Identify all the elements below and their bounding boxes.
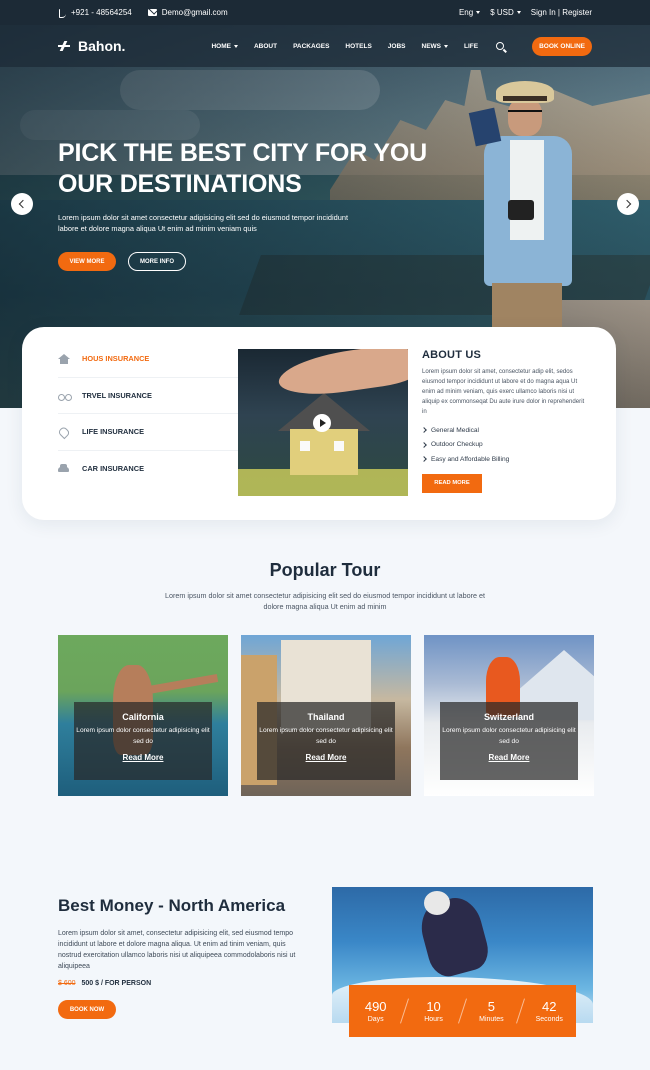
about-bullets: General Medical Outdoor Checkup Easy and…	[421, 423, 588, 467]
nav-about[interactable]: ABOUT	[246, 43, 285, 50]
about-text: Lorem ipsum dolor sit amet, consectetur …	[422, 368, 585, 415]
tour-read-more-link[interactable]: Read More	[489, 753, 530, 762]
top-bar: +921 - 48564254 Demo@gmail.com Eng $ USD…	[0, 0, 650, 25]
nav-hotels[interactable]: HOTELS	[337, 43, 379, 50]
tour-card-switzerland[interactable]: Switzerland Lorem ipsum dolor consectetu…	[424, 635, 594, 796]
tour-text: Lorem ipsum dolor consectetur adipisicin…	[442, 727, 576, 745]
tour-card-california[interactable]: California Lorem ipsum dolor consectetur…	[58, 635, 228, 796]
language-select[interactable]: Eng	[459, 8, 481, 17]
tour-card-thailand[interactable]: Thailand Lorem ipsum dolor consectetur a…	[241, 635, 411, 796]
about-title: ABOUT US	[422, 349, 482, 361]
popular-tour-title: Popular Tour	[269, 560, 381, 580]
tour-read-more-link[interactable]: Read More	[123, 753, 164, 762]
phone-contact[interactable]: +921 - 48564254	[58, 8, 132, 18]
countdown-seconds: 42 Seconds	[535, 999, 563, 1023]
tour-read-more-link[interactable]: Read More	[306, 753, 347, 762]
about-section: ABOUT US Lorem ipsum dolor sit amet, con…	[421, 349, 588, 493]
about-bullet: Easy and Affordable Billing	[421, 452, 588, 467]
tour-name: Switzerland	[483, 712, 534, 722]
tour-caption: Thailand Lorem ipsum dolor consectetur a…	[257, 702, 395, 780]
house-video-thumbnail[interactable]	[238, 349, 408, 496]
old-price: $ 600	[58, 980, 76, 987]
insurance-item-life[interactable]: LIFE INSURANCE	[58, 414, 254, 451]
camera-icon	[508, 200, 534, 220]
register-link[interactable]: Register	[562, 8, 592, 17]
car-icon	[58, 463, 69, 474]
tour-text: Lorem ipsum dolor consectetur adipisicin…	[76, 727, 210, 745]
insurance-item-house[interactable]: HOUS INSURANCE	[58, 341, 254, 378]
plane-icon	[58, 40, 70, 52]
bicycle-icon	[58, 390, 72, 402]
insurance-item-car[interactable]: CAR INSURANCE	[58, 451, 254, 488]
insurance-item-travel[interactable]: TRVEL INSURANCE	[58, 378, 254, 414]
sign-in-link[interactable]: Sign In	[531, 8, 556, 17]
link-divider: |	[557, 8, 560, 17]
email-contact[interactable]: Demo@gmail.com	[147, 8, 228, 17]
search-icon[interactable]	[496, 42, 505, 50]
countdown-days: 490 Days	[364, 999, 387, 1023]
tour-caption: Switzerland Lorem ipsum dolor consectetu…	[440, 702, 578, 780]
caret-down-icon	[444, 44, 448, 48]
caret-down-icon	[516, 11, 521, 15]
chevron-right-icon	[421, 456, 427, 463]
countdown-hours: 10 Hours	[424, 999, 443, 1023]
read-more-button[interactable]: READ MORE	[422, 473, 482, 493]
view-more-button[interactable]: VIEW MORE	[58, 252, 116, 271]
brand-logo[interactable]: Bahon.	[58, 38, 125, 54]
main-navbar: Bahon. HOME ABOUT PACKAGES HOTELS JOBS N…	[0, 25, 650, 67]
tour-text: Lorem ipsum dolor consectetur adipisicin…	[259, 727, 393, 745]
countdown-minutes: 5 Minutes	[479, 999, 504, 1023]
phone-icon	[58, 8, 66, 18]
chevron-right-icon	[421, 441, 427, 448]
traveler-image	[468, 78, 590, 328]
current-price: 500 $ / FOR PERSON	[81, 980, 152, 987]
nav-packages[interactable]: PACKAGES	[285, 43, 337, 50]
mail-icon	[147, 9, 157, 16]
tour-name: Thailand	[307, 712, 345, 722]
currency-select[interactable]: $ USD	[490, 8, 521, 17]
tour-caption: California Lorem ipsum dolor consectetur…	[74, 702, 212, 780]
countdown-timer: 490 Days 10 Hours 5 Minutes 42 Seconds	[349, 985, 576, 1037]
home-icon	[58, 353, 70, 364]
nav-menu: HOME ABOUT PACKAGES HOTELS JOBS NEWS LIF…	[203, 42, 505, 50]
chevron-left-icon	[18, 199, 28, 209]
popular-tour-subtitle: Lorem ipsum dolor sit amet consectetur a…	[164, 591, 485, 611]
insurance-about-card: HOUS INSURANCE TRVEL INSURANCE LIFE INSU…	[22, 327, 616, 520]
chevron-right-icon	[622, 199, 632, 209]
book-online-button[interactable]: BOOK ONLINE	[532, 36, 592, 56]
best-money-price: $ 600 500 $ / FOR PERSON	[58, 980, 151, 987]
slider-next-button[interactable]	[617, 193, 639, 215]
hero-buttons: VIEW MORE MORE INFO	[58, 252, 186, 271]
hero-title: PICK THE BEST CITY FOR YOU OUR DESTINATI…	[58, 139, 427, 198]
nav-news[interactable]: NEWS	[414, 43, 457, 50]
about-bullet: General Medical	[421, 423, 588, 438]
about-bullet: Outdoor Checkup	[421, 438, 588, 453]
play-icon[interactable]	[313, 414, 331, 432]
caret-down-icon	[233, 44, 238, 48]
chevron-right-icon	[421, 427, 427, 434]
nav-home[interactable]: HOME	[203, 43, 246, 50]
best-money-text: Lorem ipsum dolor sit amet, consectetur …	[58, 930, 296, 970]
slider-prev-button[interactable]	[11, 193, 33, 215]
hero-text: Lorem ipsum dolor sit amet consectetur a…	[58, 213, 349, 233]
nav-jobs[interactable]: JOBS	[380, 43, 414, 50]
book-now-button[interactable]: BOOK NOW	[58, 1000, 116, 1019]
insurance-list: HOUS INSURANCE TRVEL INSURANCE LIFE INSU…	[58, 341, 254, 487]
caret-down-icon	[476, 11, 481, 15]
more-info-button[interactable]: MORE INFO	[128, 252, 186, 271]
best-money-title: Best Money - North America	[58, 896, 286, 915]
nav-life[interactable]: LIFE	[456, 43, 486, 50]
heart-icon	[58, 427, 69, 437]
tour-name: California	[122, 712, 164, 722]
